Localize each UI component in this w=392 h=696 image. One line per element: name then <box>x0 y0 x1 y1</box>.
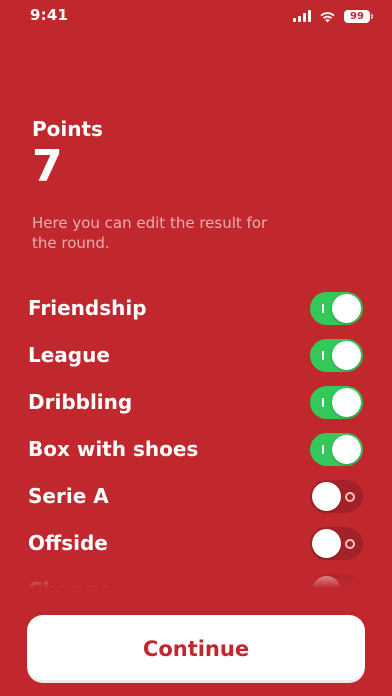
points-value: 7 <box>32 141 63 192</box>
status-icons: 99 <box>293 7 373 25</box>
toggle-label: Friendship <box>28 296 147 320</box>
toggle-row[interactable]: Dribbling <box>0 380 392 427</box>
switch-on-mark-icon <box>322 398 324 407</box>
toggle-switch[interactable] <box>310 574 363 588</box>
switch-knob[interactable] <box>312 576 341 588</box>
battery-level: 99 <box>350 10 364 22</box>
switch-knob[interactable] <box>312 529 341 558</box>
toggle-row[interactable]: Serie A <box>0 474 392 521</box>
toggle-row[interactable]: Friendship <box>0 286 392 333</box>
status-time: 9:41 <box>30 6 69 24</box>
toggle-switch[interactable] <box>310 292 363 325</box>
toggle-label: Offside <box>28 531 108 555</box>
toggle-switch[interactable] <box>310 527 363 560</box>
switch-off-mark-icon <box>345 492 355 502</box>
wifi-icon <box>320 11 335 22</box>
switch-knob[interactable] <box>332 435 361 464</box>
switch-knob[interactable] <box>312 482 341 511</box>
switch-off-mark-icon <box>345 539 355 549</box>
switch-on-mark-icon <box>322 351 324 360</box>
switch-on-mark-icon <box>322 445 324 454</box>
switch-off-mark-icon <box>345 586 355 588</box>
continue-button[interactable]: Continue <box>27 615 365 683</box>
toggle-label: Change <box>28 577 113 588</box>
toggle-row[interactable]: League <box>0 333 392 380</box>
switch-on-mark-icon <box>322 304 324 313</box>
toggle-list[interactable]: Friendship League Dribbling Box with shoes S… <box>0 286 392 588</box>
switch-knob[interactable] <box>332 341 361 370</box>
toggle-switch[interactable] <box>310 480 363 513</box>
battery-icon: 99 <box>344 9 373 23</box>
switch-knob[interactable] <box>332 388 361 417</box>
toggle-label: Serie A <box>28 484 109 508</box>
points-description: Here you can edit the result for the rou… <box>32 214 268 252</box>
cellular-signal-icon <box>293 10 311 22</box>
toggle-row[interactable]: Box with shoes <box>0 427 392 474</box>
toggle-switch[interactable] <box>310 339 363 372</box>
status-bar: 9:41 99 <box>0 0 392 32</box>
points-section: Points 7 Here you can edit the result fo… <box>32 117 352 253</box>
toggle-label: Box with shoes <box>28 437 199 461</box>
toggle-label: Dribbling <box>28 390 133 414</box>
toggle-switch[interactable] <box>310 433 363 466</box>
toggle-switch[interactable] <box>310 386 363 419</box>
toggle-row[interactable]: Offside <box>0 521 392 568</box>
toggle-label: League <box>28 343 110 367</box>
points-title: Points <box>32 117 103 141</box>
toggle-row[interactable]: Change <box>0 568 392 588</box>
switch-knob[interactable] <box>332 294 361 323</box>
